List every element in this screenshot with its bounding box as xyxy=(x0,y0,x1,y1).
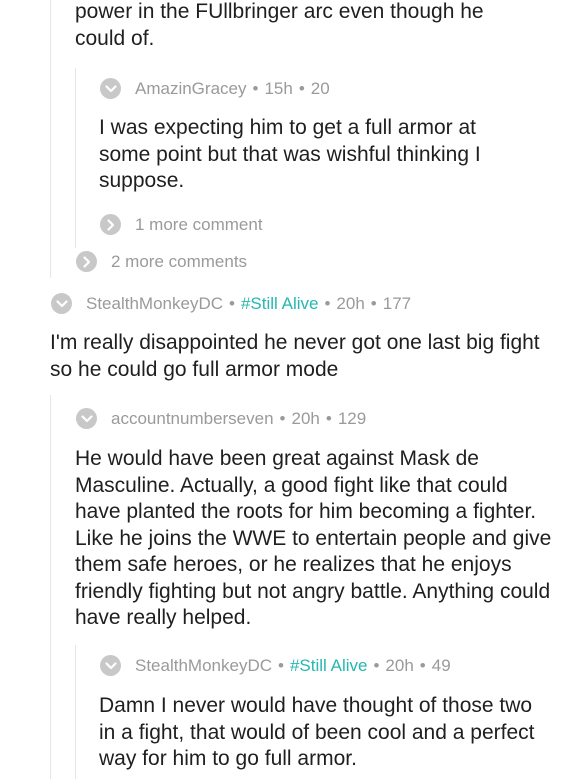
meta-separator: • xyxy=(373,655,380,675)
comment-text: I'm really disappointed he never got one… xyxy=(50,331,540,381)
user-flair: #Still Alive xyxy=(240,293,319,313)
comment-score: 129 xyxy=(337,408,367,428)
comment-score: 177 xyxy=(382,293,412,313)
meta-separator: • xyxy=(252,78,259,98)
meta-separator: • xyxy=(229,293,235,313)
load-more-label[interactable]: 2 more comments xyxy=(111,252,247,272)
thread-line xyxy=(75,68,76,248)
comment-body: Damn I never would have thought of those… xyxy=(99,693,549,773)
meta-separator: • xyxy=(419,655,426,675)
comment-author[interactable]: StealthMonkeyDC xyxy=(86,294,223,314)
thread-line xyxy=(75,645,76,779)
load-more-comments[interactable]: 2 more comments xyxy=(76,251,247,272)
meta-separator: • xyxy=(278,655,284,675)
comment-author[interactable]: AmazinGracey xyxy=(135,79,246,99)
thread-line xyxy=(50,0,51,278)
comment-score: 20 xyxy=(310,78,330,98)
comment-text: power in the FUllbringer arc even though… xyxy=(75,0,484,50)
chevron-down-icon[interactable] xyxy=(100,655,121,676)
chevron-down-icon[interactable] xyxy=(51,293,72,314)
comment-age: 20h xyxy=(291,408,320,428)
comment-body: I was expecting him to get a full armor … xyxy=(99,115,529,195)
comment-age: 15h xyxy=(264,78,293,98)
meta-separator: • xyxy=(298,78,305,98)
comment-age: 20h xyxy=(385,655,414,675)
chevron-right-icon xyxy=(76,251,97,272)
load-more-label[interactable]: 1 more comment xyxy=(135,215,263,235)
comment-body: He would have been great against Mask de… xyxy=(75,446,557,632)
chevron-right-icon xyxy=(100,214,121,235)
comment-text: He would have been great against Mask de… xyxy=(75,447,552,629)
comment-body: power in the FUllbringer arc even though… xyxy=(75,0,535,52)
comment-header: AmazinGracey • 15h • 20 xyxy=(100,78,330,99)
meta-separator: • xyxy=(279,408,286,428)
chevron-down-icon[interactable] xyxy=(76,408,97,429)
chevron-down-icon[interactable] xyxy=(100,78,121,99)
meta-separator: • xyxy=(370,293,377,313)
comment-text: Damn I never would have thought of those… xyxy=(99,694,535,770)
comment-header: accountnumberseven • 20h • 129 xyxy=(76,408,366,429)
load-more-comments[interactable]: 1 more comment xyxy=(100,214,263,235)
comment-body: I'm really disappointed he never got one… xyxy=(50,330,540,383)
comment-score: 49 xyxy=(431,655,451,675)
comment-age: 20h xyxy=(336,293,365,313)
meta-separator: • xyxy=(325,408,332,428)
comment-header: StealthMonkeyDC • #Still Alive • 20h • 4… xyxy=(100,655,451,676)
comment-author[interactable]: StealthMonkeyDC xyxy=(135,656,272,676)
comment-text: I was expecting him to get a full armor … xyxy=(99,116,481,192)
comment-header: StealthMonkeyDC • #Still Alive • 20h • 1… xyxy=(51,293,411,314)
comment-author[interactable]: accountnumberseven xyxy=(111,409,274,429)
thread-line xyxy=(50,395,51,779)
user-flair: #Still Alive xyxy=(289,655,368,675)
meta-separator: • xyxy=(324,293,331,313)
